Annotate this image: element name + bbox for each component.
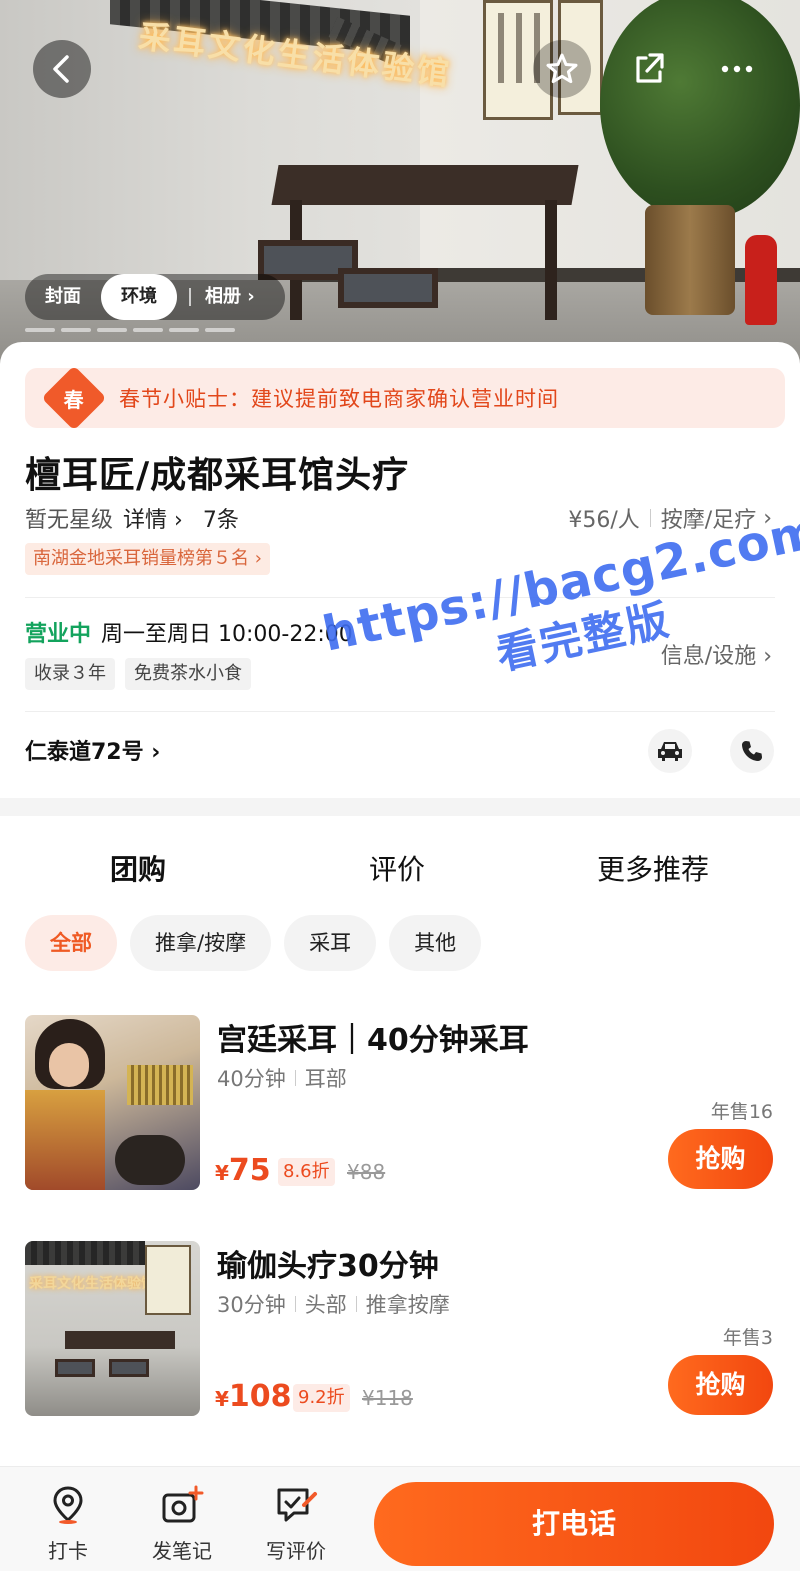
back-button[interactable] bbox=[33, 40, 91, 98]
buy-button[interactable]: 抢购 bbox=[668, 1355, 773, 1415]
bottom-action-bar: 打卡 发笔记 写评价 打电话 bbox=[0, 1466, 800, 1571]
album-tab-cover[interactable]: 封面 bbox=[25, 274, 101, 320]
deal-item[interactable]: 采耳文化生活体验馆 瑜伽头疗30分钟 30分钟 头部 推拿按摩 年售3 ¥108 9… bbox=[25, 1241, 785, 1417]
star-rating-text: 暂无星级 bbox=[25, 508, 114, 533]
discount-badge: 9.2折 bbox=[293, 1384, 350, 1412]
chevron-left-icon bbox=[53, 55, 69, 83]
more-dots-icon bbox=[721, 65, 753, 73]
buy-button[interactable]: 抢购 bbox=[668, 1129, 773, 1189]
avg-price: ¥56/人 bbox=[568, 508, 640, 533]
original-price: ¥118 bbox=[362, 1386, 413, 1410]
original-price: ¥88 bbox=[347, 1160, 386, 1184]
deal-thumbnail: 采耳文化生活体验馆 bbox=[25, 1241, 200, 1416]
post-note-label: 发笔记 bbox=[152, 1539, 212, 1563]
address-link[interactable]: 仁泰道72号 › bbox=[25, 734, 160, 766]
business-hours-row: 营业中 周一至周日 10:00-22:00 bbox=[25, 616, 353, 648]
tab-more-recommendations[interactable]: 更多推荐 bbox=[597, 848, 709, 888]
edit-review-icon bbox=[277, 1488, 317, 1522]
favorite-button[interactable] bbox=[533, 40, 591, 98]
phone-icon bbox=[742, 741, 762, 761]
spring-festival-badge-icon: 春 bbox=[41, 365, 107, 431]
chevron-right-icon: › bbox=[241, 286, 255, 307]
deal-meta: 40分钟 耳部 bbox=[217, 1067, 347, 1091]
deal-thumbnail bbox=[25, 1015, 200, 1190]
review-count[interactable]: 7条 bbox=[203, 502, 239, 534]
rating-row: 暂无星级 详情 › 7条 bbox=[25, 502, 239, 534]
tab-group-buy[interactable]: 团购 bbox=[107, 848, 169, 892]
more-button[interactable] bbox=[708, 40, 766, 98]
deal-filters: 全部 推拿/按摩 采耳 其他 bbox=[25, 915, 482, 971]
write-review-label: 写评价 bbox=[266, 1539, 326, 1563]
camera-plus-icon bbox=[162, 1485, 204, 1523]
opening-hours: 周一至周日 10:00-22:00 bbox=[101, 622, 353, 647]
checkin-label: 打卡 bbox=[48, 1539, 88, 1563]
annual-sales: 年售16 bbox=[710, 1101, 773, 1123]
shop-name: 檀耳匠/成都采耳馆头疗 bbox=[25, 455, 410, 496]
deal-price: ¥108 bbox=[215, 1379, 292, 1414]
potted-plant bbox=[600, 0, 800, 220]
content-tabs: 团购 评价 更多推荐 bbox=[0, 848, 800, 892]
filter-ear-cleaning[interactable]: 采耳 bbox=[284, 915, 377, 971]
checkin-button[interactable]: 打卡 bbox=[28, 1485, 108, 1564]
filter-other[interactable]: 其他 bbox=[389, 915, 482, 971]
open-status: 营业中 bbox=[25, 622, 92, 647]
star-icon bbox=[546, 53, 578, 84]
tab-reviews[interactable]: 评价 bbox=[369, 848, 425, 888]
tag-listed-years: 收录３年 bbox=[25, 658, 115, 690]
holiday-notice: 春 春节小贴士：建议提前致电商家确认营业时间 bbox=[25, 365, 785, 431]
share-button[interactable] bbox=[620, 40, 678, 98]
filter-massage[interactable]: 推拿/按摩 bbox=[130, 915, 272, 971]
tea-table bbox=[271, 165, 579, 205]
album-tab-gallery[interactable]: 相册 › bbox=[199, 274, 261, 320]
sales-rank-tag[interactable]: 南湖金地采耳销量榜第５名 › bbox=[25, 543, 270, 575]
notice-text: 春节小贴士：建议提前致电商家确认营业时间 bbox=[119, 387, 559, 411]
phone-button[interactable] bbox=[730, 729, 774, 773]
tag-free-tea: 免费茶水小食 bbox=[125, 658, 251, 690]
hero-gallery[interactable]: 采耳文化生活体验馆 封面 环境 相册 › bbox=[0, 0, 800, 370]
deal-title: 宫廷采耳｜40分钟采耳 bbox=[217, 1023, 529, 1058]
filter-all[interactable]: 全部 bbox=[25, 915, 117, 971]
annual-sales: 年售3 bbox=[722, 1327, 773, 1349]
car-icon bbox=[658, 742, 682, 761]
album-tabs: 封面 环境 相册 › bbox=[25, 274, 285, 320]
location-pin-icon bbox=[53, 1486, 83, 1524]
rating-detail-link[interactable]: 详情 › bbox=[123, 502, 183, 534]
write-review-button[interactable]: 写评价 bbox=[256, 1485, 336, 1564]
post-note-button[interactable]: 发笔记 bbox=[142, 1485, 222, 1564]
deal-item[interactable]: 宫廷采耳｜40分钟采耳 40分钟 耳部 年售16 ¥75 8.6折 ¥88 抢购 bbox=[25, 1015, 785, 1191]
navigation-button[interactable] bbox=[648, 729, 692, 773]
shop-tags: 收录３年 免费茶水小食 bbox=[25, 658, 251, 690]
album-tab-environment[interactable]: 环境 bbox=[101, 274, 177, 320]
deal-title: 瑜伽头疗30分钟 bbox=[217, 1249, 439, 1284]
deal-price: ¥75 bbox=[215, 1153, 271, 1188]
discount-badge: 8.6折 bbox=[278, 1158, 335, 1186]
gallery-page-indicator bbox=[25, 328, 235, 332]
share-icon bbox=[636, 53, 664, 83]
call-button[interactable]: 打电话 bbox=[374, 1482, 774, 1566]
deal-meta: 30分钟 头部 推拿按摩 bbox=[217, 1293, 450, 1317]
